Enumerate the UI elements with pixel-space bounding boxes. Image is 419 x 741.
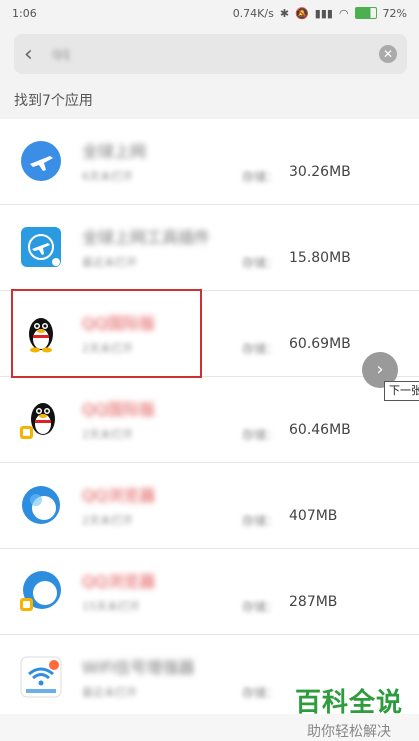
app-size: 60.69MB (289, 336, 351, 352)
storage-label: 存储： (242, 342, 279, 356)
signal-icon: ▮▮▮ (314, 6, 333, 20)
app-size: 15.80MB (289, 250, 351, 266)
storage-label: 存储： (242, 428, 279, 442)
storage-label: 存储： (242, 600, 279, 614)
next-tooltip: 下一张 (384, 381, 419, 401)
battery-percent: 72% (382, 6, 407, 20)
app-last-opened: 最近未打开 (82, 256, 137, 269)
storage-label: 存储： (242, 256, 279, 270)
app-last-opened: 2天未打开 (82, 428, 133, 441)
airplane-app-icon (20, 140, 62, 182)
clear-icon[interactable]: ✕ (379, 45, 397, 63)
list-item[interactable]: 全球上网工具插件 最近未打开 存储： 15.80MB (0, 205, 419, 291)
qq-browser-clone-icon (20, 570, 62, 612)
app-size: 407MB (289, 508, 338, 524)
search-bar: ‹ ✕ (14, 34, 407, 74)
app-name: QQ浏览器 (82, 572, 156, 591)
status-icons: 0.74K/s ✱ 🔕 ▮▮▮ ◠ 72% (233, 7, 407, 20)
list-item[interactable]: QQ国际版 2天未打开 存储： 60.46MB (0, 377, 419, 463)
app-size: 60.46MB (289, 422, 351, 438)
back-icon[interactable]: ‹ (24, 42, 50, 67)
airplane-plugin-icon (20, 226, 62, 268)
status-bar: 1:06 0.74K/s ✱ 🔕 ▮▮▮ ◠ 72% (0, 0, 419, 26)
app-name: 全球上网工具插件 (82, 228, 211, 247)
list-item[interactable]: 全球上网 6天未打开 存储： 30.26MB (0, 119, 419, 205)
app-size: 287MB (289, 594, 338, 610)
highlight-box (11, 289, 202, 378)
qq-browser-icon (20, 484, 62, 526)
watermark-subtitle: 助你轻松解决 (307, 724, 391, 740)
wifi-booster-icon (20, 656, 62, 698)
battery-icon (354, 7, 377, 19)
storage-label: 存储： (242, 686, 279, 700)
app-last-opened: 15天未打开 (82, 600, 140, 613)
app-last-opened: 2天未打开 (82, 514, 133, 527)
app-last-opened: 6天未打开 (82, 170, 133, 183)
network-speed: 0.74K/s (232, 6, 274, 20)
wifi-icon: ◠ (338, 6, 349, 20)
app-name: QQ国际版 (82, 400, 156, 419)
qq-penguin-clone-icon (20, 398, 62, 440)
list-item[interactable]: QQ浏览器 15天未打开 存储： 287MB (0, 549, 419, 635)
app-last-opened: 最近未打开 (82, 686, 137, 699)
list-item[interactable]: QQ浏览器 2天未打开 存储： 407MB (0, 463, 419, 549)
app-name: 全球上网 (82, 142, 147, 161)
result-count: 找到7个应用 (14, 93, 93, 109)
clock: 1:06 (12, 6, 37, 20)
storage-label: 存储： (242, 514, 279, 528)
mute-icon: 🔕 (295, 6, 309, 20)
bluetooth-icon: ✱ (279, 6, 290, 20)
app-name: QQ浏览器 (82, 486, 156, 505)
watermark-title: 百科全说 (294, 688, 403, 718)
search-input[interactable] (50, 38, 379, 70)
storage-label: 存储： (242, 170, 279, 184)
app-name: WiFi信号增强器 (82, 658, 195, 677)
watermark: 百科全说 助你轻松解决 (289, 682, 409, 741)
app-size: 30.26MB (289, 164, 351, 180)
app-list: 全球上网 6天未打开 存储： 30.26MB 全球上网工具插件 最近未打开 存储… (0, 119, 419, 721)
